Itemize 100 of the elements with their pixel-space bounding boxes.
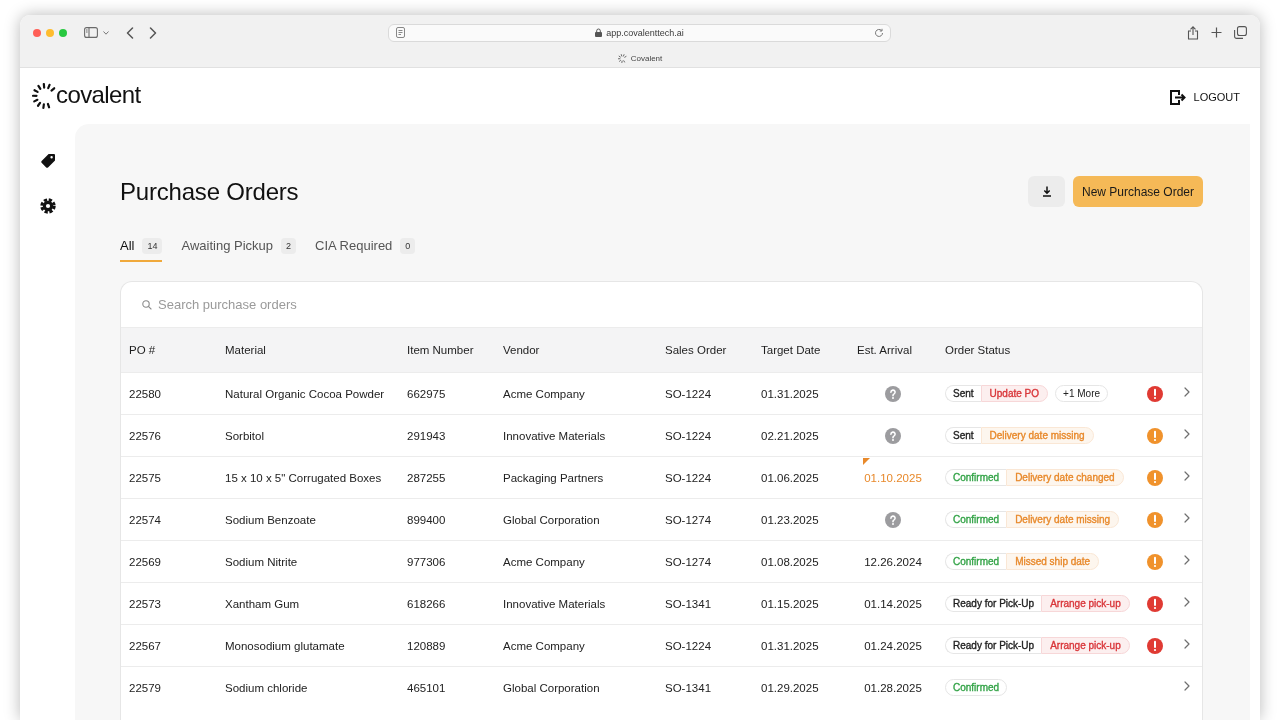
- status-tag: Sent: [945, 385, 981, 402]
- dotted-ring-icon: [32, 83, 56, 109]
- status-tag: Confirmed: [945, 511, 1007, 528]
- chevron-right-icon[interactable]: [1183, 555, 1190, 565]
- count-badge: 14: [142, 238, 163, 254]
- chevron-right-icon[interactable]: [1183, 429, 1190, 439]
- table-cell-text: 22573: [128, 596, 162, 612]
- logout-icon: [1168, 88, 1186, 106]
- lock-icon: [595, 28, 603, 37]
- tab[interactable]: Awaiting Pickup 2: [181, 236, 297, 262]
- reload-icon[interactable]: [874, 27, 884, 38]
- logout-button[interactable]: LOGOUT: [1168, 88, 1240, 106]
- column-header: Target Date: [760, 343, 822, 358]
- status-tag: Ready for Pick-Up: [945, 595, 1042, 612]
- tab-title[interactable]: Covalent: [630, 54, 663, 63]
- chevron-right-icon[interactable]: [1183, 513, 1190, 523]
- table-cell-text: 22579: [128, 680, 162, 696]
- table-cell-text: Packaging Partners: [502, 470, 605, 486]
- table-cell-text: 465101: [406, 680, 447, 696]
- more-tag[interactable]: +1 More: [1055, 385, 1109, 402]
- table-cell-text: 02.21.2025: [760, 428, 820, 444]
- column-header: Order Status: [944, 343, 1012, 358]
- question-circle-icon: [885, 427, 901, 444]
- column-header: Material: [224, 343, 267, 358]
- table-cell-text: 15 x 10 x 5" Corrugated Boxes: [224, 470, 383, 486]
- table-cell-text: 899400: [406, 512, 447, 528]
- table-cell-text: 01.31.2025: [760, 638, 820, 654]
- issue-tag: Update PO: [980, 385, 1049, 402]
- table-cell-text: Innovative Materials: [502, 428, 607, 444]
- url-field[interactable]: app.covalenttech.ai: [388, 23, 891, 42]
- status-tag: Confirmed: [945, 679, 1008, 696]
- chevron-right-icon[interactable]: [1183, 681, 1190, 691]
- table-cell-text: 01.15.2025: [760, 596, 820, 612]
- back-icon[interactable]: [126, 26, 134, 39]
- new-purchase-order-button[interactable]: New Purchase Order: [1073, 176, 1203, 207]
- search-field[interactable]: Search purchase orders: [158, 294, 558, 315]
- table-cell-text: Global Corporation: [502, 512, 601, 528]
- download-button[interactable]: [1028, 176, 1065, 207]
- tab[interactable]: CIA Required 0: [315, 236, 416, 262]
- table-cell-text: Global Corporation: [502, 680, 601, 696]
- table-cell-text: Natural Organic Cocoa Powder: [224, 386, 386, 402]
- table-cell-text: 01.23.2025: [760, 512, 820, 528]
- issue-tag: Delivery date changed: [1006, 469, 1124, 486]
- table-cell-text: Monosodium glutamate: [224, 638, 346, 654]
- window-close-icon[interactable]: [33, 28, 41, 37]
- table-cell-text: Xantham Gum: [224, 596, 301, 612]
- issue-tag: Arrange pick-up: [1041, 595, 1130, 612]
- table-cell-text: 22567: [128, 638, 162, 654]
- issue-tag: Delivery date missing: [1006, 511, 1120, 528]
- column-header: Sales Order: [664, 343, 728, 358]
- table-cell-text: Acme Company: [502, 386, 586, 402]
- table-cell-text: 662975: [406, 386, 447, 402]
- status-tag: Confirmed: [945, 469, 1007, 486]
- table-cell-text: SO-1224: [664, 386, 713, 402]
- plus-icon[interactable]: [1211, 27, 1222, 38]
- table-cell-text: Sodium chloride: [224, 680, 309, 696]
- table-cell-text: 22574: [128, 512, 162, 528]
- gear-icon[interactable]: [39, 198, 56, 214]
- table-cell-text: 618266: [406, 596, 447, 612]
- table-cell-text: SO-1224: [664, 428, 713, 444]
- chevron-down-icon[interactable]: [103, 30, 109, 35]
- corner-flag-icon: [863, 458, 870, 465]
- tab[interactable]: All 14: [120, 236, 163, 262]
- chevron-right-icon[interactable]: [1183, 471, 1190, 481]
- table-cell-text: 01.08.2025: [760, 554, 820, 570]
- table-cell-text: Sodium Nitrite: [224, 554, 299, 570]
- chevron-right-icon[interactable]: [1183, 387, 1190, 397]
- sidebar-toggle-icon[interactable]: [84, 27, 98, 38]
- status-tag: Ready for Pick-Up: [945, 637, 1042, 654]
- column-header: Vendor: [502, 343, 541, 358]
- arrival-date: 01.14.2025: [864, 597, 922, 610]
- table-cell-text: Acme Company: [502, 554, 586, 570]
- status-tag: Sent: [945, 427, 981, 444]
- tabs-overview-icon[interactable]: [1234, 26, 1247, 39]
- table-cell-text: 01.29.2025: [760, 680, 820, 696]
- table-cell-text: 120889: [406, 638, 447, 654]
- table-cell-text: 291943: [406, 428, 447, 444]
- tag-icon[interactable]: [39, 153, 56, 169]
- arrival-date: 12.26.2024: [864, 555, 922, 568]
- status-tag: Confirmed: [945, 553, 1007, 570]
- arrival-date: 01.10.2025: [864, 471, 922, 484]
- share-icon[interactable]: [1187, 25, 1199, 40]
- table-cell-text: Innovative Materials: [502, 596, 607, 612]
- table-cell-text: SO-1274: [664, 512, 713, 528]
- page-icon[interactable]: [396, 27, 405, 38]
- table-cell-text: 01.31.2025: [760, 386, 820, 402]
- table-cell-text: 22575: [128, 470, 162, 486]
- forward-icon[interactable]: [149, 26, 157, 39]
- table-cell-text: 287255: [406, 470, 447, 486]
- question-circle-icon: [885, 511, 901, 528]
- chevron-right-icon[interactable]: [1183, 597, 1190, 607]
- table-cell-text: SO-1341: [664, 680, 713, 696]
- table-cell-text: SO-1341: [664, 596, 713, 612]
- table-cell-text: 01.06.2025: [760, 470, 820, 486]
- table-cell-text: Acme Company: [502, 638, 586, 654]
- table-cell-text: 22580: [128, 386, 162, 402]
- chevron-right-icon[interactable]: [1183, 639, 1190, 649]
- url-text: app.covalenttech.ai: [606, 27, 684, 38]
- page-title: Purchase Orders: [120, 177, 299, 206]
- table-cell-text: 977306: [406, 554, 447, 570]
